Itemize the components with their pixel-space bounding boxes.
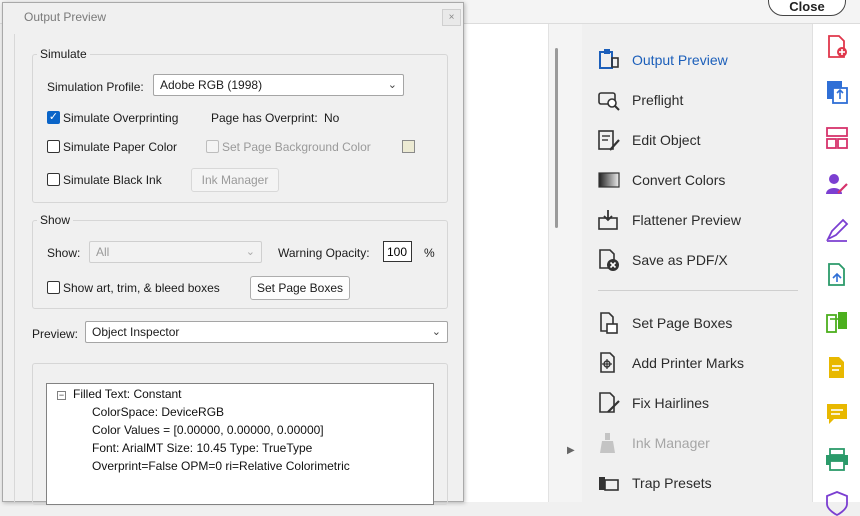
tool-label: Ink Manager bbox=[632, 435, 710, 451]
scrollbar-thumb[interactable] bbox=[555, 48, 558, 228]
simulation-profile-label: Simulation Profile: bbox=[47, 80, 144, 94]
chevron-down-icon: ⌄ bbox=[387, 79, 397, 91]
simulation-profile-value: Adobe RGB (1998) bbox=[160, 78, 263, 92]
document-scrollbar[interactable] bbox=[548, 24, 564, 502]
compare-icon[interactable] bbox=[824, 309, 850, 335]
percent-label: % bbox=[424, 246, 435, 260]
tool-fix-hairlines[interactable]: Fix Hairlines bbox=[596, 387, 806, 417]
tool-save-as-pdfx[interactable]: Save as PDF/X bbox=[596, 244, 806, 274]
tree-item: Font: ArialMT Size: 10.45 Type: TrueType bbox=[92, 441, 313, 455]
ink-manager-button[interactable]: Ink Manager bbox=[191, 168, 279, 192]
comment-icon[interactable] bbox=[824, 355, 850, 381]
tool-label: Output Preview bbox=[632, 52, 728, 68]
tool-output-preview[interactable]: Output Preview bbox=[596, 44, 806, 74]
show-label: Show: bbox=[47, 246, 81, 260]
edit-object-icon bbox=[598, 130, 620, 151]
tool-edit-object[interactable]: Edit Object bbox=[596, 124, 806, 154]
print-production-icon[interactable] bbox=[824, 447, 850, 473]
set-page-boxes-button[interactable]: Set Page Boxes bbox=[250, 276, 350, 300]
simulation-profile-select[interactable]: Adobe RGB (1998) ⌄ bbox=[153, 74, 404, 96]
tool-label: Trap Presets bbox=[632, 475, 712, 491]
page-background-color-swatch[interactable] bbox=[402, 140, 415, 153]
tools-divider bbox=[598, 290, 798, 291]
collapse-panel-icon[interactable]: ▶ bbox=[567, 445, 575, 456]
tree-item: Overprint=False OPM=0 ri=Relative Colori… bbox=[92, 459, 350, 473]
show-boxes-checkbox[interactable] bbox=[47, 281, 60, 294]
save-pdfx-icon bbox=[599, 249, 619, 271]
show-legend: Show bbox=[37, 213, 74, 227]
tool-convert-colors[interactable]: Convert Colors bbox=[596, 164, 806, 194]
protect-icon[interactable] bbox=[824, 490, 850, 516]
panel-splitter bbox=[564, 24, 582, 502]
set-page-background-checkbox[interactable] bbox=[206, 140, 219, 153]
tool-label: Edit Object bbox=[632, 132, 701, 148]
set-page-boxes-icon bbox=[600, 312, 618, 334]
tree-collapse-icon[interactable]: − bbox=[57, 391, 66, 400]
tool-label: Convert Colors bbox=[632, 172, 726, 188]
preview-label: Preview: bbox=[32, 327, 79, 341]
simulate-overprinting-label[interactable]: Simulate Overprinting bbox=[63, 111, 178, 125]
document-canvas[interactable] bbox=[464, 24, 548, 502]
preview-value: Object Inspector bbox=[92, 325, 180, 339]
output-preview-icon bbox=[599, 49, 619, 69]
tool-label: Save as PDF/X bbox=[632, 252, 728, 268]
simulate-black-ink-checkbox[interactable] bbox=[47, 173, 60, 186]
warning-opacity-input[interactable] bbox=[383, 241, 412, 262]
simulate-legend: Simulate bbox=[37, 47, 90, 61]
tool-label: Fix Hairlines bbox=[632, 395, 710, 411]
tool-preflight[interactable]: Preflight bbox=[596, 84, 806, 114]
tool-flattener-preview[interactable]: Flattener Preview bbox=[596, 204, 806, 234]
simulate-black-ink-label[interactable]: Simulate Black Ink bbox=[63, 173, 162, 187]
simulate-overprinting-checkbox[interactable]: ✓ bbox=[47, 111, 60, 124]
page-has-overprint-label: Page has Overprint: bbox=[211, 111, 318, 125]
show-boxes-label[interactable]: Show art, trim, & bleed boxes bbox=[63, 281, 220, 295]
create-pdf-icon[interactable] bbox=[824, 34, 850, 60]
share-icon[interactable] bbox=[824, 262, 850, 288]
warning-opacity-label: Warning Opacity: bbox=[278, 246, 370, 260]
tool-label: Preflight bbox=[632, 92, 684, 108]
page-has-overprint-value: No bbox=[324, 111, 340, 125]
object-inspector-tree[interactable]: − Filled Text: Constant ColorSpace: Devi… bbox=[46, 383, 434, 505]
dialog-divider bbox=[14, 34, 15, 502]
flattener-preview-icon bbox=[598, 210, 618, 230]
show-select[interactable]: All ⌄ bbox=[89, 241, 262, 263]
close-button[interactable]: Close bbox=[768, 0, 846, 16]
trap-presets-icon bbox=[599, 477, 619, 491]
fix-hairlines-icon bbox=[599, 392, 620, 413]
tool-label: Set Page Boxes bbox=[632, 315, 733, 331]
request-signatures-icon[interactable] bbox=[824, 171, 850, 197]
simulate-paper-color-checkbox[interactable] bbox=[47, 140, 60, 153]
tree-root-item[interactable]: Filled Text: Constant bbox=[73, 387, 182, 401]
ink-manager-icon bbox=[600, 433, 615, 453]
fill-sign-icon[interactable] bbox=[824, 217, 850, 243]
tool-trap-presets[interactable]: Trap Presets bbox=[596, 467, 806, 497]
printer-marks-icon bbox=[600, 352, 615, 373]
simulate-paper-color-label[interactable]: Simulate Paper Color bbox=[63, 140, 177, 154]
tree-item: ColorSpace: DeviceRGB bbox=[92, 405, 225, 419]
chevron-down-icon: ⌄ bbox=[245, 246, 255, 258]
export-pdf-icon[interactable] bbox=[824, 79, 850, 105]
preview-select[interactable]: Object Inspector ⌄ bbox=[85, 321, 448, 343]
tool-label: Add Printer Marks bbox=[632, 355, 745, 371]
chevron-down-icon: ⌄ bbox=[431, 326, 441, 338]
dialog-title: Output Preview bbox=[24, 10, 107, 24]
tool-set-page-boxes[interactable]: Set Page Boxes bbox=[596, 307, 806, 337]
show-value: All bbox=[96, 245, 110, 259]
sticky-note-icon[interactable] bbox=[824, 401, 850, 427]
tool-add-printer-marks[interactable]: Add Printer Marks bbox=[596, 347, 806, 377]
organize-pages-icon[interactable] bbox=[824, 125, 850, 151]
dialog-close-icon[interactable]: × bbox=[442, 9, 461, 26]
tool-ink-manager: Ink Manager bbox=[596, 427, 806, 457]
show-group bbox=[32, 220, 448, 309]
convert-colors-icon bbox=[598, 172, 620, 188]
tree-item: Color Values = [0.00000, 0.00000, 0.0000… bbox=[92, 423, 324, 437]
tool-label: Flattener Preview bbox=[632, 212, 741, 228]
preflight-icon bbox=[598, 92, 620, 111]
set-page-background-label: Set Page Background Color bbox=[222, 140, 371, 154]
